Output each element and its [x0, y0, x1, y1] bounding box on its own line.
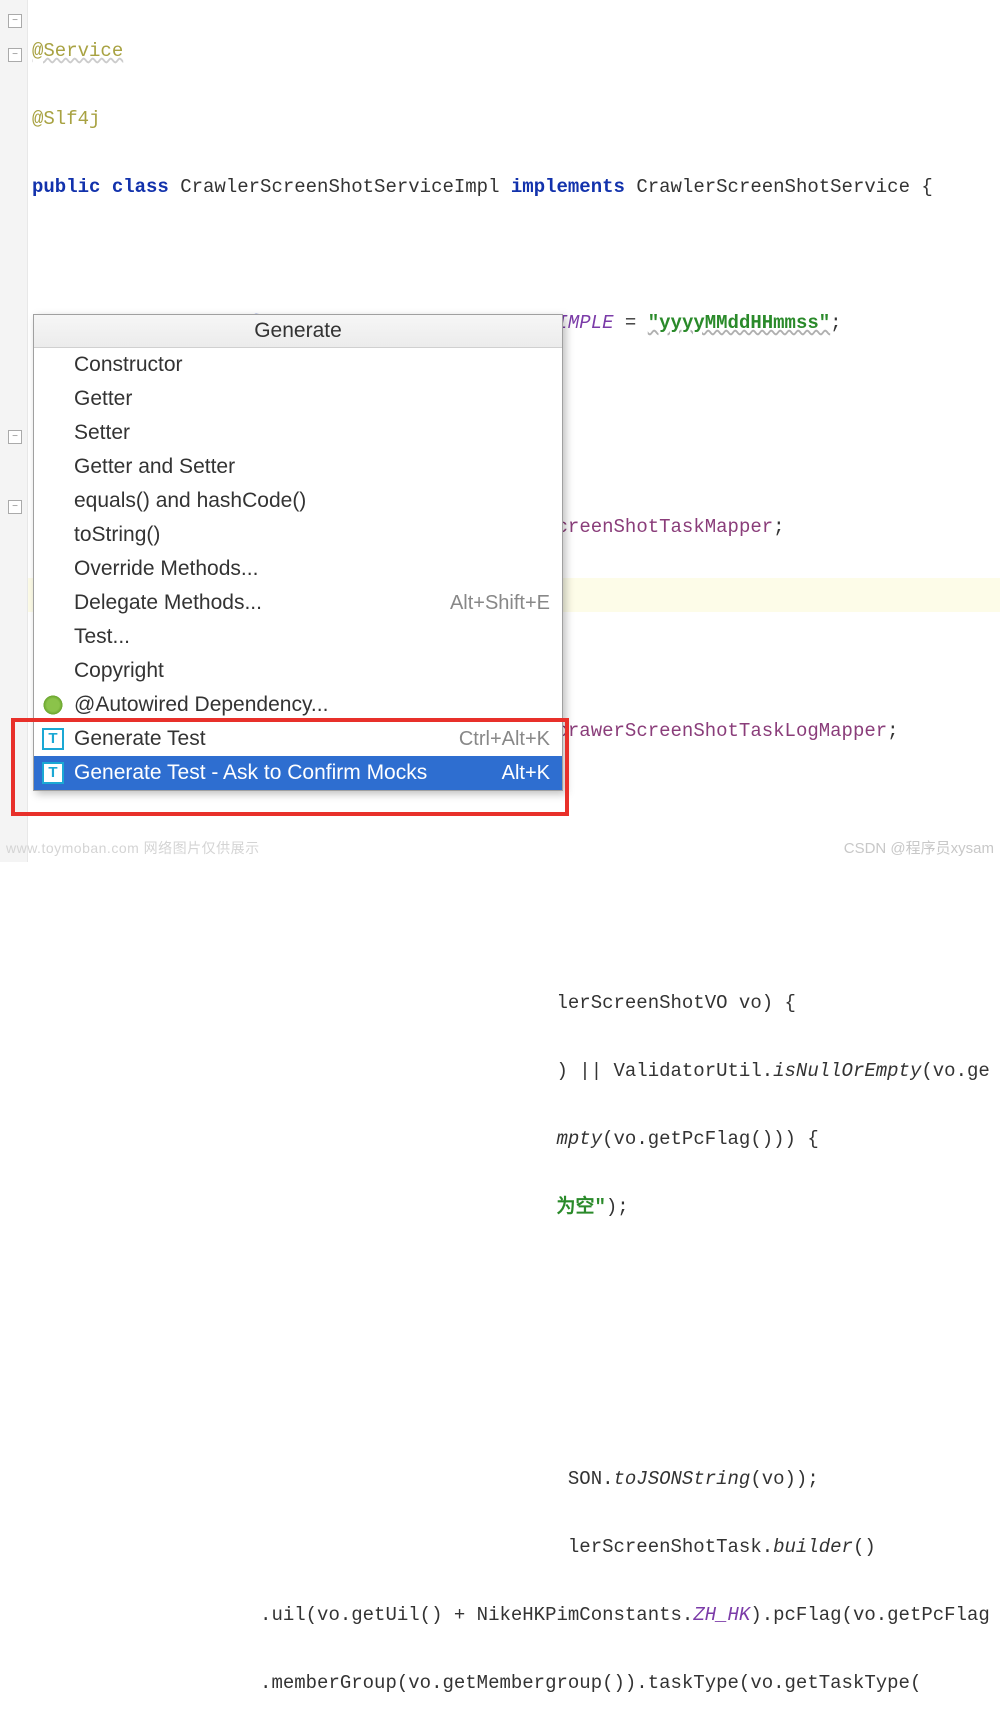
watermark-right: CSDN @程序员xysam: [844, 837, 994, 858]
code-line: @Slf4j: [28, 102, 1000, 136]
code-line: .uil(vo.getUil() + NikeHKPimConstants.ZH…: [28, 1598, 1000, 1632]
menu-item-generate-test-mocks[interactable]: TGenerate Test - Ask to Confirm MocksAlt…: [34, 756, 562, 790]
menu-item-constructor[interactable]: Constructor: [34, 348, 562, 382]
menu-item-getter[interactable]: Getter: [34, 382, 562, 416]
code-line: lerScreenShotVO vo) {: [28, 986, 1000, 1020]
menu-item-delegate[interactable]: Delegate Methods...Alt+Shift+E: [34, 586, 562, 620]
menu-item-setter[interactable]: Setter: [34, 416, 562, 450]
code-line: public class CrawlerScreenShotServiceImp…: [28, 170, 1000, 204]
generate-popup: Generate Constructor Getter Setter Gette…: [33, 314, 563, 791]
fold-icon[interactable]: −: [8, 500, 22, 514]
code-line: [28, 1258, 1000, 1292]
test-icon: T: [42, 728, 64, 750]
code-line: [28, 1394, 1000, 1428]
menu-item-equals-hashcode[interactable]: equals() and hashCode(): [34, 484, 562, 518]
fold-icon[interactable]: −: [8, 14, 22, 28]
code-line: 为空");: [28, 1190, 1000, 1224]
editor-gutter: − − − −: [0, 0, 28, 862]
menu-item-tostring[interactable]: toString(): [34, 518, 562, 552]
code-line: lerScreenShotTask.builder(): [28, 1530, 1000, 1564]
code-line: [28, 1326, 1000, 1360]
code-line: .memberGroup(vo.getMembergroup()).taskTy…: [28, 1666, 1000, 1700]
menu-item-generate-test[interactable]: TGenerate TestCtrl+Alt+K: [34, 722, 562, 756]
spring-icon: [42, 694, 64, 716]
code-editor[interactable]: @Service @Slf4j public class CrawlerScre…: [28, 0, 1000, 1724]
menu-item-getter-setter[interactable]: Getter and Setter: [34, 450, 562, 484]
code-line: [28, 238, 1000, 272]
fold-icon[interactable]: −: [8, 48, 22, 62]
code-line: SON.toJSONString(vo));: [28, 1462, 1000, 1496]
menu-item-override[interactable]: Override Methods...: [34, 552, 562, 586]
code-line: [28, 918, 1000, 952]
code-line: @Service: [28, 34, 1000, 68]
popup-title: Generate: [34, 315, 562, 348]
test-icon: T: [42, 762, 64, 784]
watermark-left: www.toymoban.com 网络图片仅供展示: [6, 838, 260, 858]
code-line: mpty(vo.getPcFlag())) {: [28, 1122, 1000, 1156]
code-line: ) || ValidatorUtil.isNullOrEmpty(vo.ge: [28, 1054, 1000, 1088]
fold-icon[interactable]: −: [8, 430, 22, 444]
menu-item-test[interactable]: Test...: [34, 620, 562, 654]
menu-item-autowired[interactable]: @Autowired Dependency...: [34, 688, 562, 722]
menu-item-copyright[interactable]: Copyright: [34, 654, 562, 688]
